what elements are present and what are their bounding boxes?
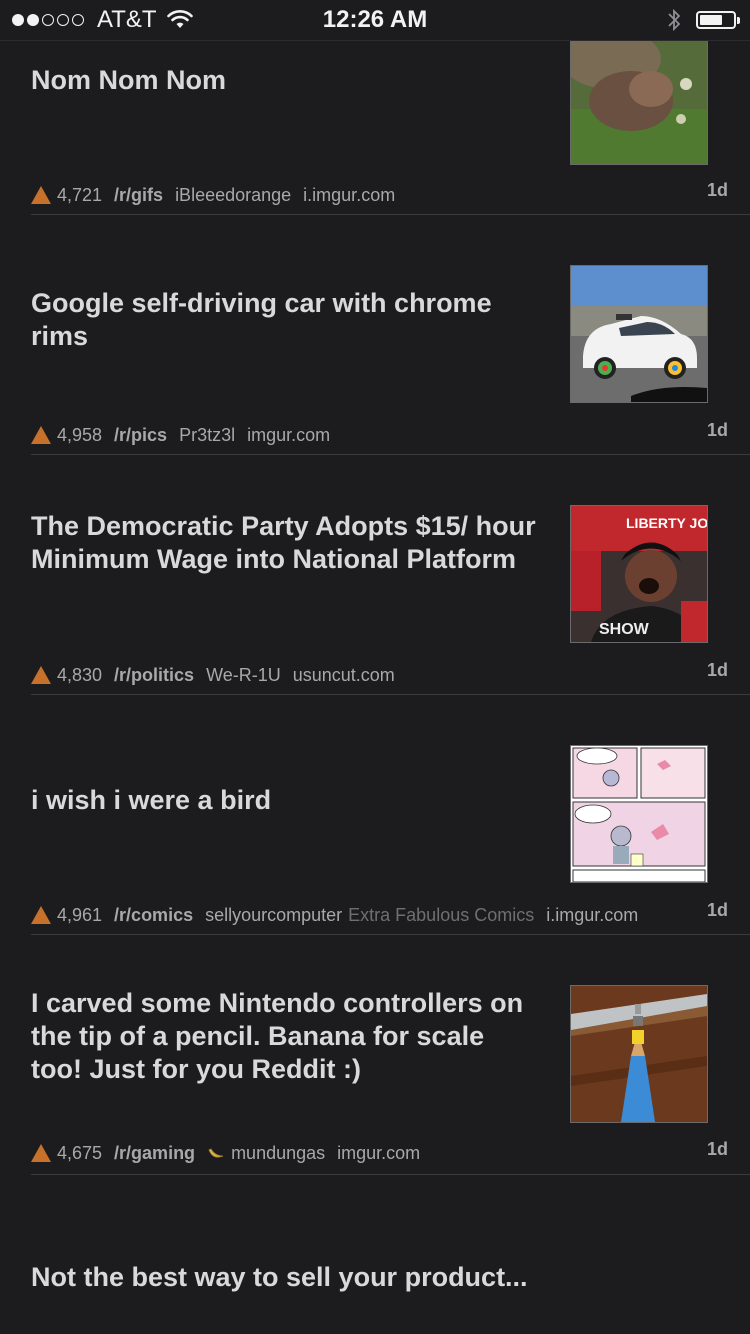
post-domain: imgur.com [247, 424, 331, 445]
post-score: 4,721 [57, 184, 103, 205]
pencil-icon [571, 986, 707, 1122]
hamster-icon [571, 39, 707, 164]
self-driving-car-icon [571, 266, 707, 402]
post-score: 4,961 [57, 904, 103, 925]
post-subreddit[interactable]: /r/pics [114, 425, 167, 446]
post-thumbnail[interactable] [570, 38, 708, 165]
post-author[interactable]: Pr3tz3l [179, 425, 235, 446]
post-title[interactable]: Nom Nom Nom [31, 64, 541, 97]
post-title[interactable]: I carved some Nintendo controllers on th… [31, 987, 541, 1086]
post-score: 4,675 [57, 1142, 103, 1163]
post-subreddit[interactable]: /r/gifs [114, 185, 163, 206]
post-subreddit[interactable]: /r/comics [114, 905, 193, 926]
post-age: 1d [706, 1139, 728, 1159]
status-right [666, 6, 740, 34]
post-flair: Extra Fabulous Comics [348, 904, 535, 925]
post-item[interactable]: Google self-driving car with chrome rims… [0, 215, 750, 455]
post-domain: i.imgur.com [303, 184, 396, 205]
post-age: 1d [706, 900, 728, 920]
post-author[interactable]: iBleeedorange [175, 185, 291, 206]
upvote-icon[interactable] [31, 426, 51, 444]
post-meta: 4,961 /r/comics sellyourcomputer Extra F… [31, 903, 730, 927]
post-meta: 4,958 /r/pics Pr3tz3l imgur.com [31, 423, 730, 447]
banana-icon [208, 1148, 224, 1158]
post-subreddit[interactable]: /r/gaming [114, 1143, 195, 1164]
comic-icon [571, 746, 707, 882]
post-score: 4,958 [57, 424, 103, 445]
bluetooth-icon [668, 8, 681, 32]
status-bar: AT&T 12:26 AM [0, 0, 750, 41]
post-author[interactable]: mundungas [231, 1143, 325, 1164]
upvote-icon[interactable] [31, 1144, 51, 1162]
post-meta: 4,721 /r/gifs iBleeedorange i.imgur.com [31, 183, 730, 207]
post-item[interactable]: The Democratic Party Adopts $15/ hour Mi… [0, 455, 750, 695]
upvote-icon[interactable] [31, 906, 51, 924]
post-meta: 4,830 /r/politics We-R-1U usuncut.com [31, 663, 730, 687]
post-domain: usuncut.com [292, 664, 395, 685]
post-meta: 4,675 /r/gaming mundungas imgur.com [31, 1141, 730, 1165]
post-item[interactable]: Nom Nom Nom 4,721 /r/gifs iBleeedorange … [0, 38, 750, 215]
post-age: 1d [706, 180, 728, 200]
upvote-icon[interactable] [31, 666, 51, 684]
post-thumbnail[interactable] [570, 745, 708, 883]
post-age: 1d [706, 660, 728, 680]
post-title[interactable]: Not the best way to sell your product... [31, 1261, 631, 1294]
svg-text:SHOW: SHOW [599, 621, 650, 638]
post-title[interactable]: i wish i were a bird [31, 784, 541, 817]
post-item[interactable]: Not the best way to sell your product... [0, 1175, 750, 1334]
post-thumbnail[interactable] [570, 265, 708, 403]
protester-icon: LIBERTY JOBS SHOW [571, 506, 707, 642]
post-age: 1d [706, 420, 728, 440]
post-thumbnail[interactable]: LIBERTY JOBS SHOW [570, 505, 708, 643]
post-title[interactable]: Google self-driving car with chrome rims [31, 287, 541, 353]
post-author[interactable]: We-R-1U [206, 665, 281, 686]
post-title[interactable]: The Democratic Party Adopts $15/ hour Mi… [31, 510, 541, 576]
status-time: 12:26 AM [322, 6, 428, 33]
post-author[interactable]: sellyourcomputer [205, 905, 342, 926]
post-item[interactable]: I carved some Nintendo controllers on th… [0, 935, 750, 1175]
post-score: 4,830 [57, 664, 103, 685]
post-domain: i.imgur.com [546, 904, 639, 925]
post-domain: imgur.com [337, 1142, 421, 1163]
post-subreddit[interactable]: /r/politics [114, 665, 194, 686]
post-thumbnail[interactable] [570, 985, 708, 1123]
battery-icon [696, 11, 740, 29]
upvote-icon[interactable] [31, 186, 51, 204]
post-item[interactable]: i wish i were a bird 4,961 /r/comics sel… [0, 695, 750, 935]
svg-text:LIBERTY JOBS: LIBERTY JOBS [626, 515, 707, 531]
